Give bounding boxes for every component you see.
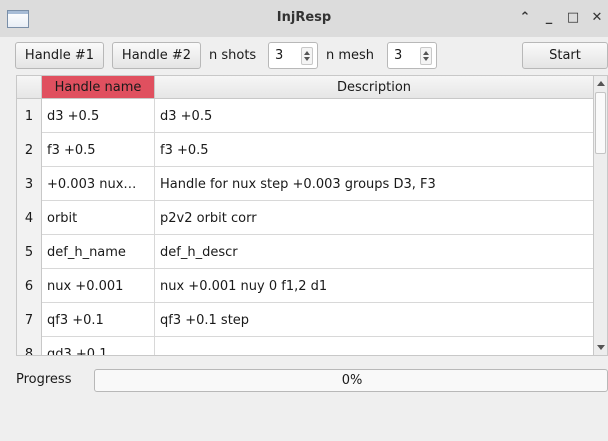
handle-2-button[interactable]: Handle #2 [112,42,201,69]
table-row[interactable]: 8 qd3 +0.1 [17,337,594,355]
row-number: 2 [17,133,42,167]
header-handle-name[interactable]: Handle name [42,76,155,99]
spin-arrows-icon[interactable] [420,47,432,65]
description-cell[interactable]: f3 +0.5 [155,133,594,167]
table-row[interactable]: 3 +0.003 nux… Handle for nux step +0.003… [17,167,594,201]
chevron-up-icon[interactable]: ⌃ [516,8,534,26]
row-number: 5 [17,235,42,269]
row-number: 3 [17,167,42,201]
n-mesh-value: 3 [394,48,403,63]
toolbar: Handle #1 Handle #2 n shots 3 n mesh 3 S… [0,37,608,73]
scroll-thumb[interactable] [595,92,606,154]
table-row[interactable]: 4 orbit p2v2 orbit corr [17,201,594,235]
header-description[interactable]: Description [155,76,594,99]
handle-name-cell[interactable]: +0.003 nux… [42,167,155,201]
handle-name-cell[interactable]: orbit [42,201,155,235]
table-row[interactable]: 5 def_h_name def_h_descr [17,235,594,269]
row-number: 1 [17,99,42,133]
description-cell[interactable]: nux +0.001 nuy 0 f1,2 d1 [155,269,594,303]
handle-name-cell[interactable]: def_h_name [42,235,155,269]
spin-arrows-icon[interactable] [301,47,313,65]
minimize-icon[interactable]: _ [540,8,558,26]
handle-name-cell[interactable]: f3 +0.5 [42,133,155,167]
table-row[interactable]: 2 f3 +0.5 f3 +0.5 [17,133,594,167]
progress-label: Progress [16,372,72,387]
description-cell[interactable]: p2v2 orbit corr [155,201,594,235]
handle-1-button[interactable]: Handle #1 [15,42,104,69]
handle-name-cell[interactable]: qd3 +0.1 [42,337,155,355]
row-number: 8 [17,337,42,355]
row-number: 4 [17,201,42,235]
handles-table: Handle name Description 1 d3 +0.5 d3 +0.… [16,75,608,356]
title-bar: InjResp ⌃ _ □ ✕ [0,0,608,37]
start-button[interactable]: Start [522,42,608,69]
description-cell[interactable]: qf3 +0.1 step [155,303,594,337]
description-cell[interactable]: d3 +0.5 [155,99,594,133]
description-cell[interactable]: Handle for nux step +0.003 groups D3, F3 [155,167,594,201]
close-icon[interactable]: ✕ [588,8,606,26]
handle-name-cell[interactable]: nux +0.001 [42,269,155,303]
scroll-up-icon[interactable] [597,81,605,86]
handle-name-cell[interactable]: qf3 +0.1 [42,303,155,337]
row-number: 6 [17,269,42,303]
scroll-down-icon[interactable] [597,345,605,350]
vertical-scrollbar[interactable] [593,76,607,355]
n-shots-value: 3 [275,48,284,63]
table-row[interactable]: 6 nux +0.001 nux +0.001 nuy 0 f1,2 d1 [17,269,594,303]
description-cell[interactable] [155,337,594,355]
description-cell[interactable]: def_h_descr [155,235,594,269]
progress-bar: 0% [94,369,608,392]
n-mesh-spinbox[interactable]: 3 [387,42,437,69]
table-row[interactable]: 7 qf3 +0.1 qf3 +0.1 step [17,303,594,337]
handle-name-cell[interactable]: d3 +0.5 [42,99,155,133]
n-mesh-label: n mesh [326,48,375,63]
table-row[interactable]: 1 d3 +0.5 d3 +0.5 [17,99,594,133]
progress-text: 0% [341,373,363,388]
n-shots-spinbox[interactable]: 3 [268,42,318,69]
maximize-icon[interactable]: □ [564,8,582,26]
corner-header [17,76,42,99]
row-number: 7 [17,303,42,337]
n-shots-label: n shots [209,48,257,63]
